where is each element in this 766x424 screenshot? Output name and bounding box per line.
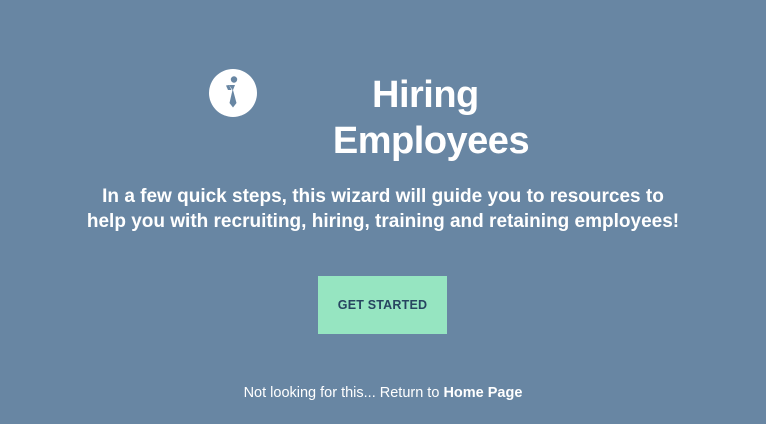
- footer-note: Not looking for this... Return to Home P…: [0, 385, 766, 401]
- home-page-link[interactable]: Home Page: [443, 385, 522, 401]
- page-title-line1: Hiring: [372, 74, 479, 116]
- get-started-button[interactable]: GET STARTED: [318, 276, 447, 334]
- page-title-line2: Employees: [332, 120, 530, 162]
- footer-text: Not looking for this... Return to: [243, 385, 444, 401]
- page-title: Hiring Employees: [0, 72, 766, 164]
- page-description: In a few quick steps, this wizard will g…: [86, 186, 680, 232]
